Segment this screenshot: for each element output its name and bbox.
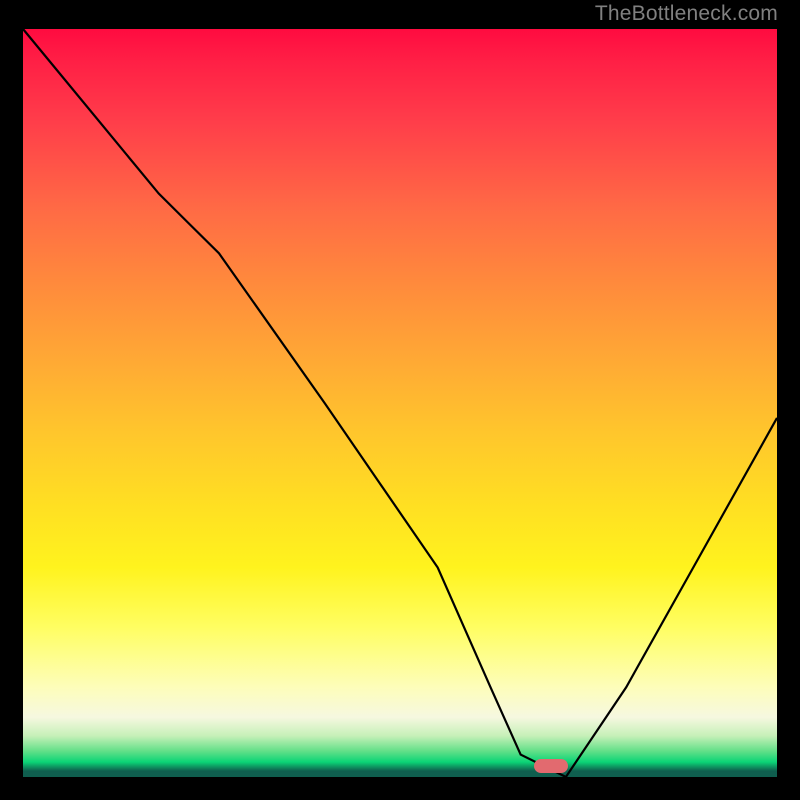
bottleneck-curve-svg	[23, 29, 777, 777]
plot-area	[23, 29, 777, 777]
bottleneck-curve-path	[23, 29, 777, 777]
plot-frame	[20, 26, 780, 780]
optimal-point-marker	[534, 759, 568, 773]
attribution-label: TheBottleneck.com	[595, 2, 778, 26]
